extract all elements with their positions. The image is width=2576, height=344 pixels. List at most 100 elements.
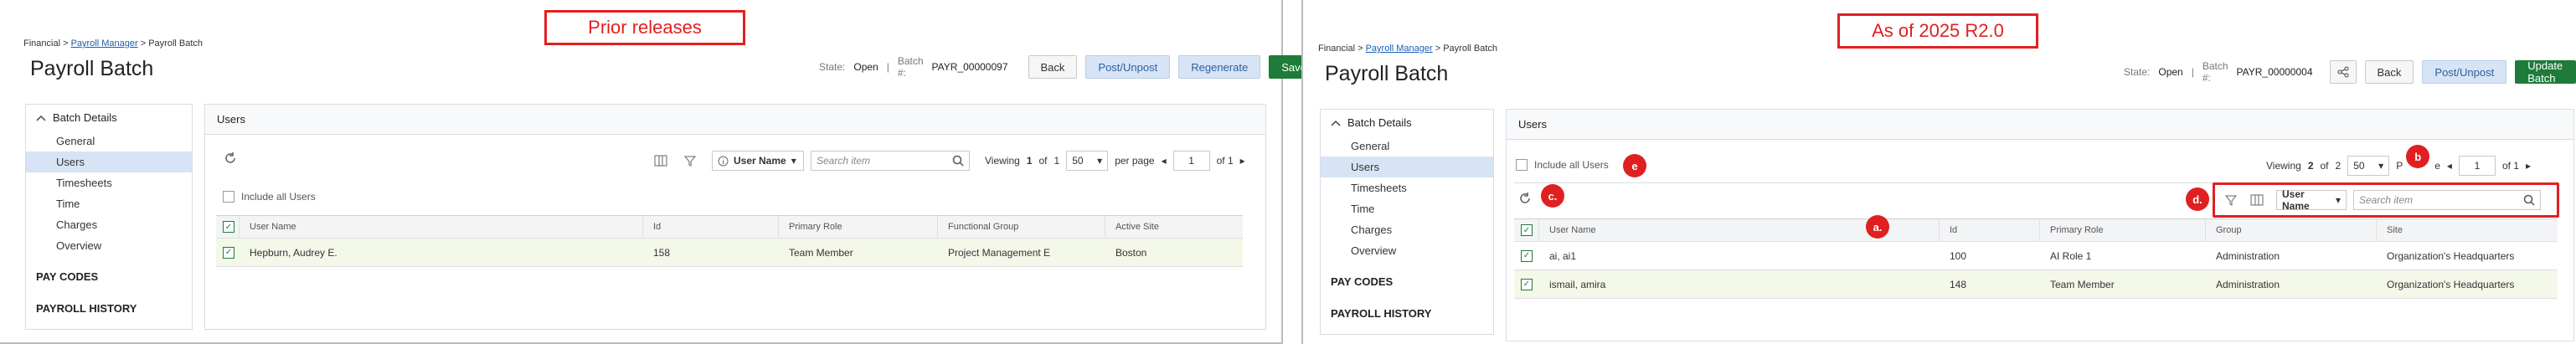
users-grid: ✓ User Name Id Primary Role Group Site ✓… xyxy=(1514,218,2558,299)
per-page-select[interactable]: 50 ▾ xyxy=(1066,151,1109,171)
breadcrumb-current: > Payroll Batch xyxy=(140,39,204,49)
back-button[interactable]: Back xyxy=(1028,55,1078,79)
col-id[interactable]: Id xyxy=(1940,219,2040,241)
caret-down-icon: ▾ xyxy=(791,155,796,167)
section-title: Users xyxy=(1507,110,2573,140)
users-grid: ✓ User Name Id Primary Role Functional G… xyxy=(216,215,1243,267)
check-icon[interactable]: ✓ xyxy=(223,246,234,259)
state-label: State: xyxy=(819,61,846,73)
check-icon[interactable]: ✓ xyxy=(223,221,234,233)
col-active-site[interactable]: Active Site xyxy=(1105,216,1243,238)
cell-id: 148 xyxy=(1950,278,1967,290)
grid-toolbar: User Name ▾ Search item Viewing 1 of 1 5… xyxy=(653,151,1245,171)
table-row[interactable]: ✓ Hepburn, Audrey E. 158 Team Member Pro… xyxy=(216,239,1243,267)
check-icon[interactable]: ✓ xyxy=(1521,249,1533,262)
back-button[interactable]: Back xyxy=(2364,60,2414,84)
col-group[interactable]: Group xyxy=(2206,219,2377,241)
share-button[interactable] xyxy=(2329,60,2357,84)
sidebar-item-charges[interactable]: Charges xyxy=(1321,219,1493,240)
sidebar-item-charges[interactable]: Charges xyxy=(26,214,192,235)
search-field-select[interactable]: User Name ▾ xyxy=(2276,188,2347,212)
row-select-cell[interactable]: ✓ xyxy=(216,239,240,266)
filter-icon[interactable] xyxy=(2224,193,2238,207)
search-icon xyxy=(952,155,964,167)
columns-icon[interactable] xyxy=(653,153,668,168)
sidebar-link-pay-codes[interactable]: PAY CODES xyxy=(1321,270,1493,293)
refresh-icon[interactable] xyxy=(223,151,238,166)
sidebar-group-batch-details[interactable]: Batch Details xyxy=(26,105,192,131)
check-icon[interactable]: ✓ xyxy=(1521,278,1533,290)
col-functional-group[interactable]: Functional Group xyxy=(938,216,1105,238)
per-page-select[interactable]: 50 ▾ xyxy=(2347,156,2390,176)
page-number-input[interactable]: 1 xyxy=(1172,151,1210,171)
include-all-checkbox[interactable] xyxy=(223,191,234,203)
include-all-users[interactable]: Include all Users xyxy=(223,191,316,203)
update-batch-button[interactable]: Update Batch xyxy=(2515,59,2576,85)
refresh-icon[interactable] xyxy=(1517,191,1533,206)
col-user-name[interactable]: User Name xyxy=(240,216,643,238)
sidebar-item-time[interactable]: Time xyxy=(1321,198,1493,219)
prev-page-icon[interactable]: ◂ xyxy=(1162,155,1167,167)
sidebar-item-overview[interactable]: Overview xyxy=(26,235,192,256)
caret-down-icon: ▾ xyxy=(2335,194,2341,206)
sidebar-item-users[interactable]: Users xyxy=(1321,157,1493,177)
sidebar-item-overview[interactable]: Overview xyxy=(1321,240,1493,261)
col-site[interactable]: Site xyxy=(2377,219,2558,241)
post-unpost-button[interactable]: Post/Unpost xyxy=(1085,55,1171,79)
row-select-cell[interactable]: ✓ xyxy=(1514,242,1539,270)
sidebar-item-general[interactable]: General xyxy=(1321,136,1493,157)
refresh-control xyxy=(223,151,238,166)
post-unpost-button[interactable]: Post/Unpost xyxy=(2422,60,2507,84)
col-id[interactable]: Id xyxy=(643,216,779,238)
col-primary-role[interactable]: Primary Role xyxy=(2040,219,2206,241)
per-page-value: 50 xyxy=(2353,160,2365,172)
sidebar-group-batch-details[interactable]: Batch Details xyxy=(1321,110,1493,136)
select-all-cell[interactable]: ✓ xyxy=(216,216,240,238)
next-page-icon[interactable]: ▸ xyxy=(2526,160,2531,172)
filter-icon[interactable] xyxy=(683,154,697,167)
state-value: Open xyxy=(2158,66,2183,78)
prev-page-icon[interactable]: ◂ xyxy=(2447,160,2452,172)
batch-number: PAYR_00000004 xyxy=(2236,66,2313,78)
cell-site: Organization's Headquarters xyxy=(2387,249,2515,262)
per-page-value: 50 xyxy=(1072,155,1084,167)
include-all-checkbox[interactable] xyxy=(1516,159,1528,171)
cell-primary-role: Team Member xyxy=(789,246,853,259)
table-row[interactable]: ✓ ismail, amira 148 Team Member Administ… xyxy=(1514,270,2558,299)
table-row[interactable]: ✓ ai, ai1 100 AI Role 1 Administration O… xyxy=(1514,242,2558,270)
grid-header-row: ✓ User Name Id Primary Role Group Site xyxy=(1514,218,2558,242)
sidebar-item-general[interactable]: General xyxy=(26,131,192,151)
col-primary-role[interactable]: Primary Role xyxy=(779,216,938,238)
sidebar-link-payroll-history[interactable]: PAYROLL HISTORY xyxy=(26,296,192,320)
cell-primary-role: Team Member xyxy=(2050,278,2115,290)
grid-toolbar: User Name ▾ Search item xyxy=(2224,188,2541,212)
regenerate-button[interactable]: Regenerate xyxy=(1178,55,1261,79)
sidebar-link-payroll-history[interactable]: PAYROLL HISTORY xyxy=(1321,301,1493,325)
search-field-select[interactable]: User Name ▾ xyxy=(712,151,804,171)
sidebar-item-timesheets[interactable]: Timesheets xyxy=(1321,177,1493,198)
cell-primary-role: AI Role 1 xyxy=(2050,249,2092,262)
batch-label: Batch #: xyxy=(897,55,924,79)
sidebar-link-pay-codes[interactable]: PAY CODES xyxy=(26,264,192,288)
breadcrumb-link-payroll-manager[interactable]: Payroll Manager xyxy=(71,39,138,49)
check-icon[interactable]: ✓ xyxy=(1521,224,1533,236)
sidebar-item-timesheets[interactable]: Timesheets xyxy=(26,172,192,193)
callout-badge-e: e xyxy=(1623,154,1646,177)
page-number-input[interactable]: 1 xyxy=(2458,156,2496,176)
sidebar-item-time[interactable]: Time xyxy=(26,193,192,214)
search-input[interactable]: Search item xyxy=(2353,190,2541,210)
include-all-users[interactable]: Include all Users xyxy=(1516,159,1609,171)
breadcrumb-link-payroll-manager[interactable]: Payroll Manager xyxy=(1366,44,1433,54)
select-all-cell[interactable]: ✓ xyxy=(1514,219,1539,241)
callout-badge-a: a. xyxy=(1866,215,1889,239)
sidebar-item-users[interactable]: Users xyxy=(26,151,192,172)
grid-header-row: ✓ User Name Id Primary Role Functional G… xyxy=(216,215,1243,239)
row-select-cell[interactable]: ✓ xyxy=(1514,270,1539,298)
header-actions: State: Open | Batch #: PAYR_00000097 Bac… xyxy=(819,55,1319,79)
columns-icon[interactable] xyxy=(2249,193,2264,208)
next-page-icon[interactable]: ▸ xyxy=(1240,155,1245,167)
search-input[interactable]: Search item xyxy=(811,151,970,171)
new-release-panel: As of 2025 R2.0 Financial > Payroll Mana… xyxy=(1301,0,2576,344)
share-icon xyxy=(2337,66,2349,78)
section-title: Users xyxy=(205,105,1265,135)
